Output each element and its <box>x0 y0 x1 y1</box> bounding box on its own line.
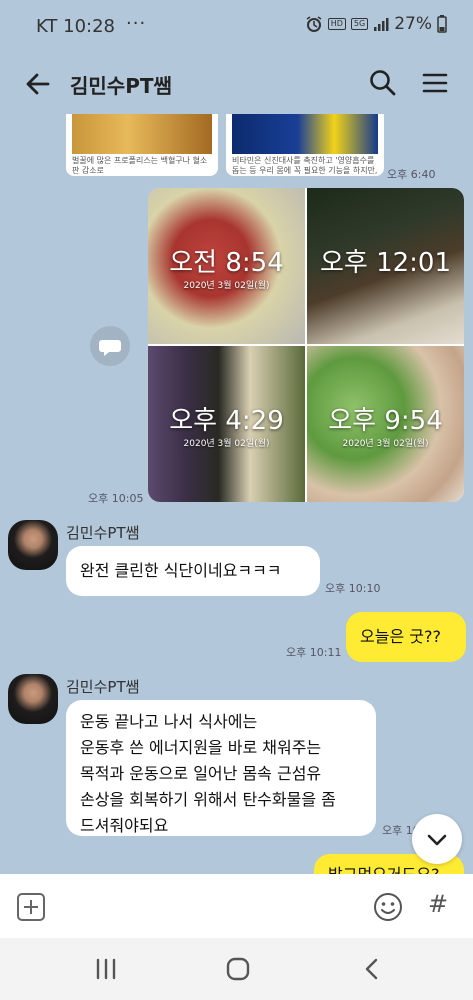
back-icon[interactable] <box>362 957 382 981</box>
message-text: 오늘은 굿?? <box>360 627 441 646</box>
meal-photo[interactable]: 오후 9:54 2020년 3월 02일(월) <box>307 346 464 502</box>
sender-name: 김민수PT쌤 <box>66 678 140 696</box>
photo-date: 2020년 3월 02일(월) <box>342 439 429 449</box>
chat-area[interactable]: 벌꿀에 많은 프로폴리스는 백혈구나 혈소판 감소로 비타민은 신진대사를 촉진… <box>0 114 473 874</box>
status-indicators: HD 5G 27% <box>305 14 447 34</box>
status-more-dots: ··· <box>126 13 147 34</box>
message-time: 오후 10:11 <box>286 646 342 659</box>
sender-name: 김민수PT쌤 <box>66 524 140 542</box>
hd-badge: HD <box>327 18 346 30</box>
home-icon[interactable] <box>226 957 250 981</box>
message-bubble[interactable]: 완전 클린한 식단이네요ㅋㅋㅋ <box>66 546 320 596</box>
link-thumbnail <box>72 114 212 154</box>
message-time: 오후 10:05 <box>88 492 144 505</box>
message-line: 목적과 운동으로 일어난 몸속 근섬유 <box>80 764 322 783</box>
message-time: 오후 10:10 <box>325 582 381 595</box>
recent-apps-icon[interactable] <box>94 958 118 980</box>
message-line: 운동후 쓴 에너지원을 바로 채워주는 <box>80 738 322 757</box>
speech-bubble-icon <box>99 340 121 356</box>
message-time: 오후 6:40 <box>387 168 436 181</box>
message-line: 드셔줘야되요 <box>80 816 169 835</box>
photo-clock: 오후 4:29 <box>169 406 284 436</box>
plus-icon[interactable] <box>16 892 46 922</box>
share-button[interactable] <box>90 326 130 366</box>
photo-grid[interactable]: 오전 8:54 2020년 3월 02일(월) 오후 12:01 오후 4:29… <box>148 188 464 502</box>
menu-icon[interactable] <box>420 68 450 98</box>
network-badge: 5G <box>350 18 369 30</box>
status-carrier-time: KT 10:28 <box>36 16 115 37</box>
photo-clock: 오후 9:54 <box>328 406 443 436</box>
battery-icon <box>437 15 447 33</box>
system-nav-bar <box>0 938 473 1000</box>
avatar[interactable] <box>8 674 58 724</box>
avatar[interactable] <box>8 520 58 570</box>
link-preview-cards: 벌꿀에 많은 프로폴리스는 백혈구나 혈소판 감소로 비타민은 신진대사를 촉진… <box>66 114 384 176</box>
link-card-text: 벌꿀에 많은 프로폴리스는 백혈구나 혈소판 감소로 <box>72 156 208 175</box>
input-bar[interactable]: # <box>0 874 473 938</box>
signal-icon <box>374 18 389 31</box>
message-text: 밥그먹으거드요? <box>328 865 440 874</box>
message-line: 손상을 회복하기 위해서 탄수화물을 좀 <box>80 790 336 809</box>
link-card-text: 비타민은 신진대사를 촉진하고 '영양흡수를 돕는 등 우리 몸에 꼭 필요한 … <box>232 156 378 175</box>
emoji-icon[interactable] <box>372 891 404 923</box>
link-thumbnail <box>232 114 378 154</box>
link-card[interactable]: 벌꿀에 많은 프로폴리스는 백혈구나 혈소판 감소로 <box>66 114 218 176</box>
photo-clock: 오전 8:54 <box>169 248 284 278</box>
search-icon[interactable] <box>368 68 398 98</box>
scroll-down-button[interactable] <box>412 814 462 864</box>
alarm-icon <box>306 16 322 32</box>
chevron-down-icon <box>427 834 447 846</box>
message-bubble[interactable]: 운동 끝나고 나서 식사에는 운동후 쓴 에너지원을 바로 채워주는 목적과 운… <box>66 700 376 836</box>
message-text: 완전 클린한 식단이네요ㅋㅋㅋ <box>80 561 282 580</box>
photo-date: 2020년 3월 02일(월) <box>183 281 270 291</box>
meal-photo[interactable]: 오후 4:29 2020년 3월 02일(월) <box>148 346 305 502</box>
link-card[interactable]: 비타민은 신진대사를 촉진하고 '영양흡수를 돕는 등 우리 몸에 꼭 필요한 … <box>226 114 384 176</box>
my-message-bubble[interactable]: 오늘은 굿?? <box>346 612 466 662</box>
back-arrow-icon[interactable] <box>22 68 54 100</box>
chat-title: 김민수PT쌤 <box>70 74 172 98</box>
status-bar: KT 10:28 ··· HD 5G 27% <box>0 0 473 52</box>
message-line: 운동 끝나고 나서 식사에는 <box>80 712 258 731</box>
photo-clock: 오후 12:01 <box>319 248 452 278</box>
chat-header: 김민수PT쌤 <box>0 52 473 114</box>
photo-date: 2020년 3월 02일(월) <box>183 439 270 449</box>
battery-percent: 27% <box>394 14 432 34</box>
meal-photo[interactable]: 오후 12:01 <box>307 188 464 344</box>
hashtag-icon[interactable]: # <box>428 890 448 918</box>
meal-photo[interactable]: 오전 8:54 2020년 3월 02일(월) <box>148 188 305 344</box>
